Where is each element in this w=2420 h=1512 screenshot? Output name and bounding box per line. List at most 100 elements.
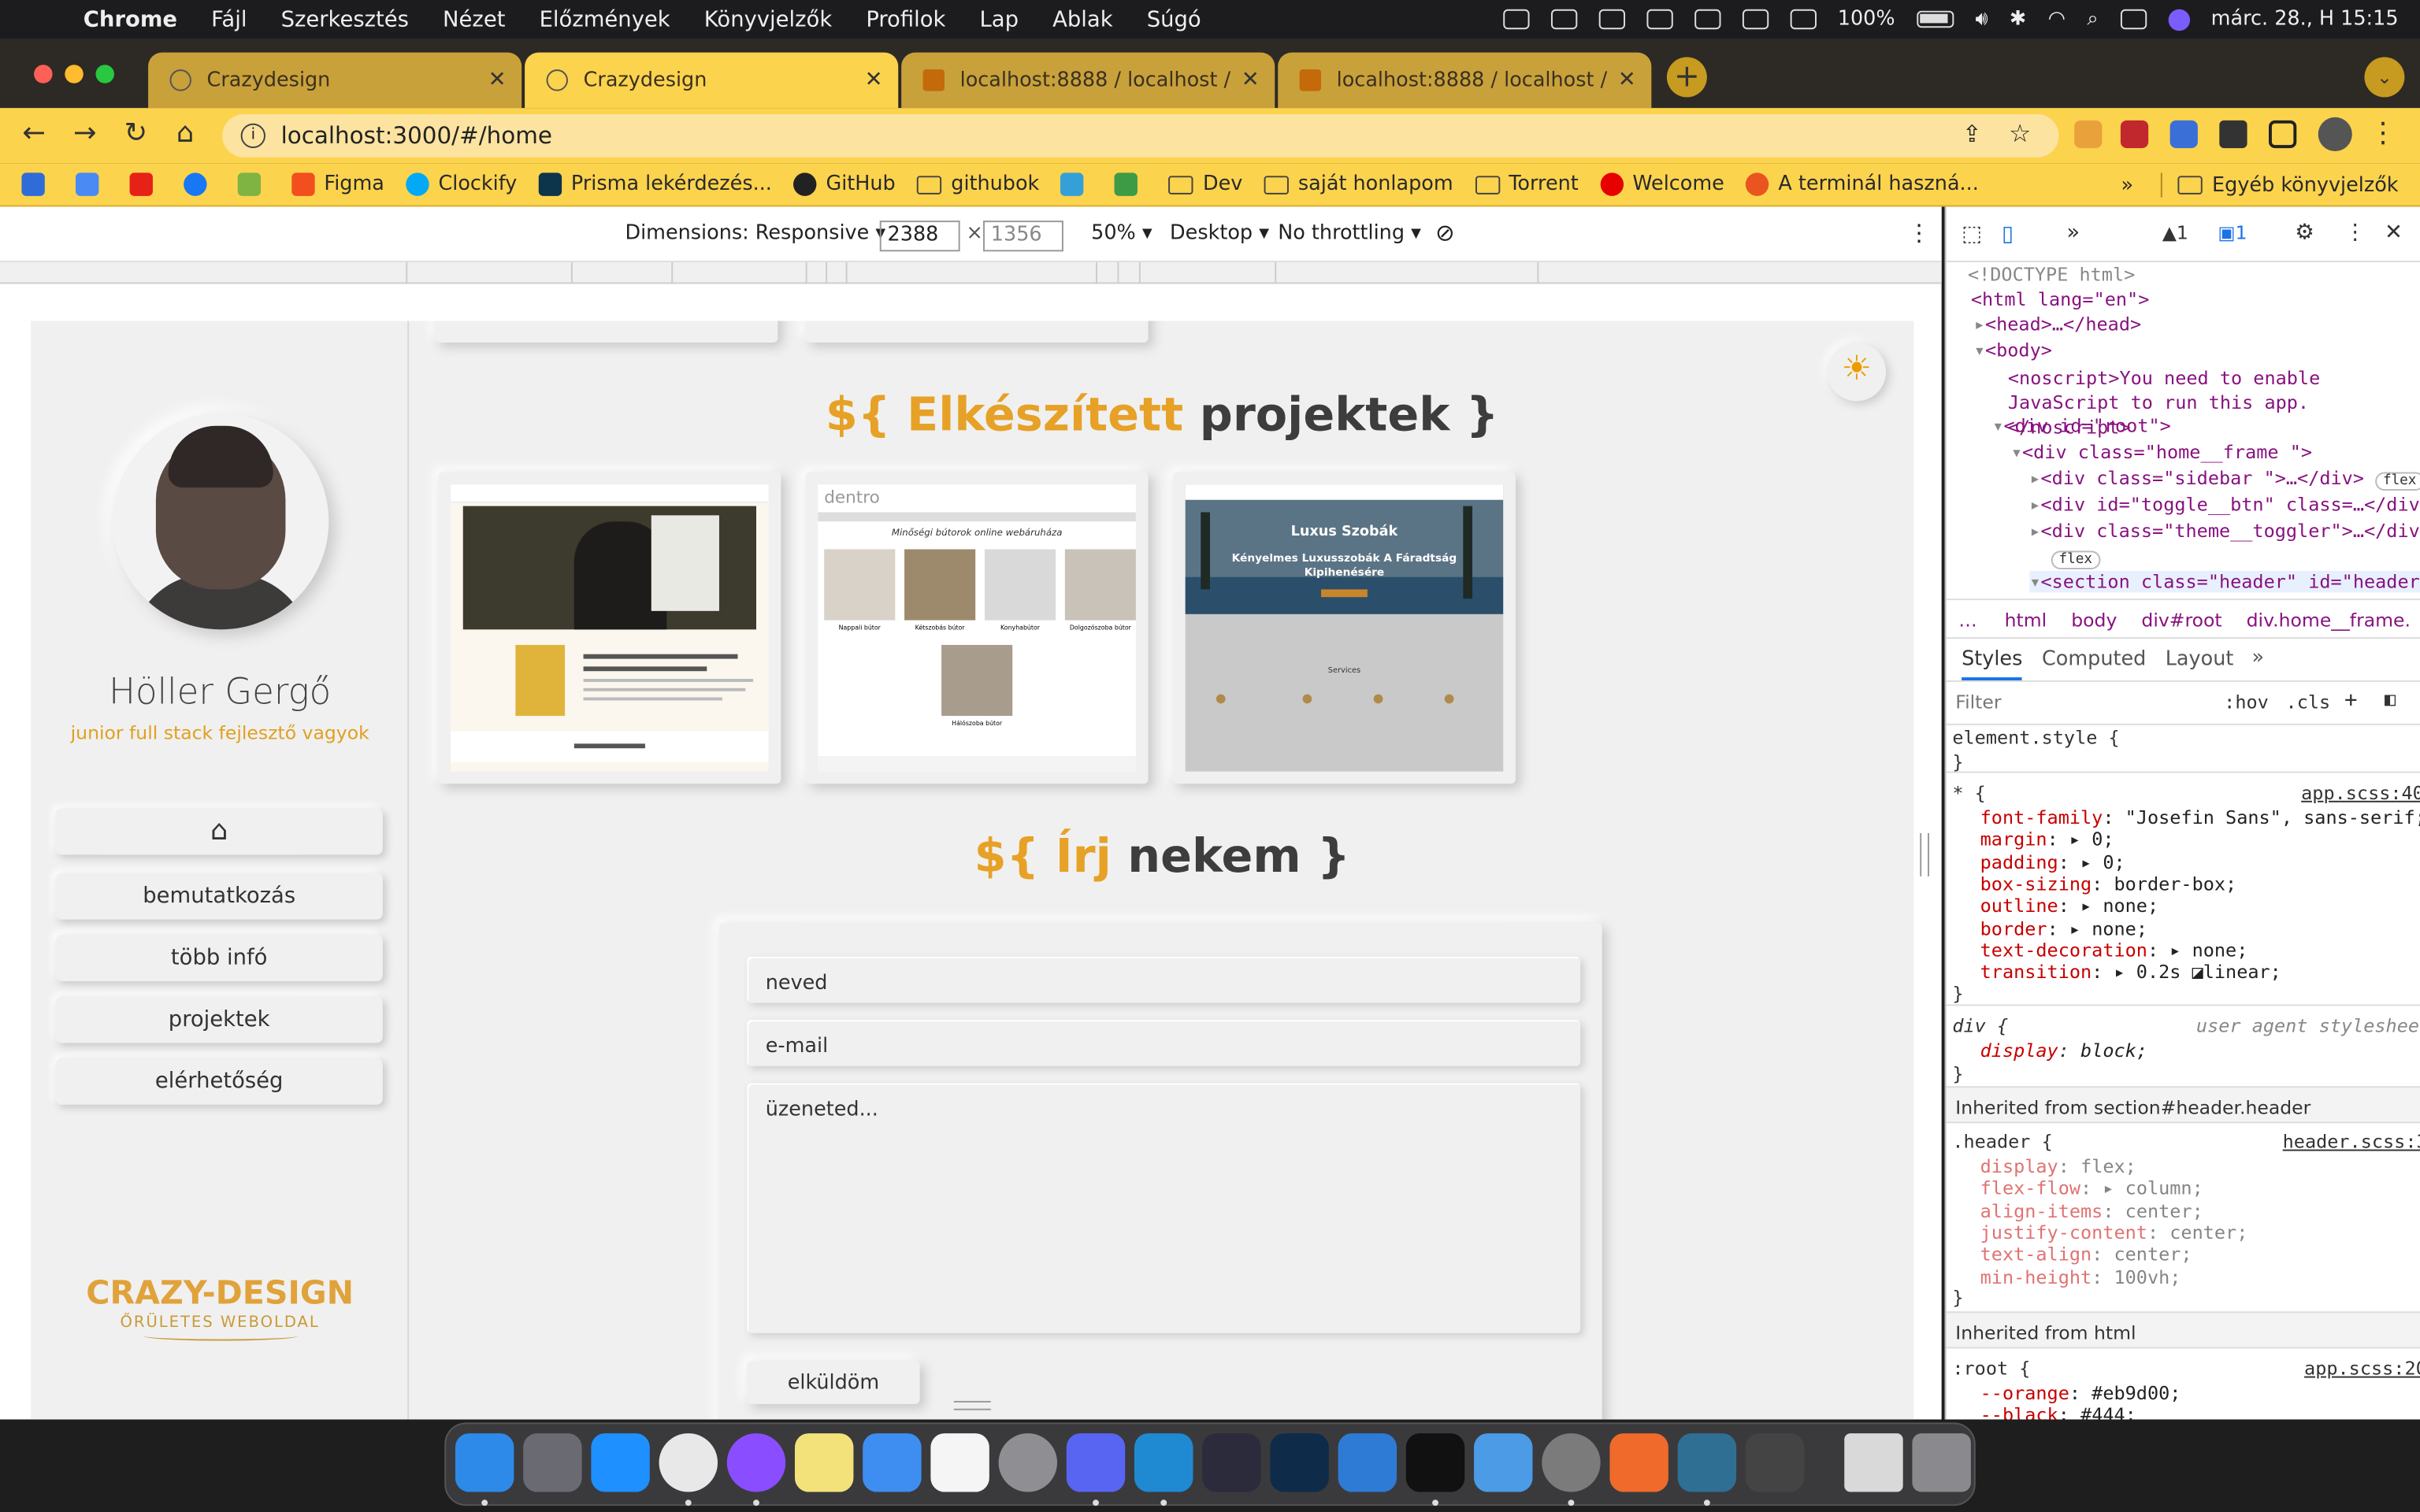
other-bookmarks[interactable]: Egyéb könyvjelzők bbox=[2212, 173, 2399, 196]
menu-item[interactable]: Nézet bbox=[443, 7, 505, 32]
menu-item[interactable]: Szerkesztés bbox=[281, 7, 409, 32]
discord-icon[interactable] bbox=[1066, 1433, 1126, 1506]
bookmark-item[interactable] bbox=[237, 172, 270, 196]
bookmark-item[interactable]: Welcome bbox=[1600, 172, 1724, 196]
document-icon[interactable] bbox=[1844, 1433, 1903, 1492]
css-property[interactable]: text-align: center; bbox=[1980, 1243, 2192, 1265]
menu-item[interactable]: Fájl bbox=[211, 7, 247, 32]
dom-node[interactable]: ▸<div class="theme__toggler">…</div> bbox=[2029, 520, 2420, 541]
mysql-workbench-icon[interactable] bbox=[1677, 1433, 1737, 1506]
add-rule-icon[interactable]: + bbox=[2344, 688, 2358, 713]
nav-more-info-button[interactable]: több infó bbox=[55, 935, 383, 982]
home-icon[interactable]: ⌂ bbox=[167, 117, 204, 150]
sidepanel-icon[interactable] bbox=[2269, 120, 2297, 149]
wifi-icon[interactable]: ◠ bbox=[2048, 8, 2066, 31]
css-property[interactable]: flex-flow: ▸ column; bbox=[1980, 1177, 2203, 1199]
mail-icon[interactable] bbox=[863, 1433, 922, 1492]
menu-item[interactable]: Könyvjelzők bbox=[704, 7, 832, 32]
close-tab-icon[interactable]: ✕ bbox=[488, 68, 507, 92]
height-input[interactable]: 1356 bbox=[983, 220, 1063, 252]
nav-about-button[interactable]: bemutatkozás bbox=[55, 873, 383, 920]
launchpad-icon[interactable] bbox=[523, 1433, 582, 1492]
dom-node[interactable]: ▾<body> bbox=[1974, 339, 2052, 361]
status-icon[interactable] bbox=[1742, 9, 1769, 30]
css-property[interactable]: display: flex; bbox=[1980, 1155, 2136, 1177]
messages-badge[interactable]: ▣1 bbox=[2218, 222, 2247, 243]
profile-avatar[interactable] bbox=[2318, 117, 2352, 152]
clock[interactable]: márc. 28., H 15:15 bbox=[2211, 8, 2399, 31]
resize-handle[interactable] bbox=[953, 1400, 991, 1410]
source-link[interactable]: app.scss:40 bbox=[2301, 782, 2420, 803]
bookmark-item[interactable] bbox=[129, 172, 162, 196]
css-property[interactable]: justify-content: center; bbox=[1980, 1221, 2248, 1243]
menu-app[interactable]: Chrome bbox=[84, 7, 177, 32]
forward-icon[interactable]: → bbox=[66, 117, 103, 150]
extension-icon[interactable] bbox=[2074, 120, 2103, 149]
reload-icon[interactable]: ↻ bbox=[117, 117, 154, 150]
inspect-icon[interactable]: ⬚ bbox=[1962, 222, 1982, 246]
tab-search-button[interactable]: ⌄ bbox=[2364, 57, 2405, 98]
menu-item[interactable]: Ablak bbox=[1052, 7, 1113, 32]
dom-node[interactable]: ▾<div id="root"> bbox=[1992, 415, 2171, 436]
minimize-window-icon[interactable] bbox=[65, 65, 84, 83]
css-property[interactable]: --black: #444; bbox=[1980, 1404, 2136, 1420]
vscode-icon[interactable] bbox=[1134, 1433, 1193, 1506]
tab[interactable]: localhost:8888 / localhost / he ✕ bbox=[901, 52, 1275, 109]
bookmark-folder[interactable]: saját honlapom bbox=[1264, 172, 1453, 196]
bookmark-item[interactable]: Clockify bbox=[406, 172, 517, 196]
search-icon[interactable]: ⌕ bbox=[2087, 8, 2098, 31]
more-bookmarks-icon[interactable]: » bbox=[2121, 173, 2134, 196]
tab-active[interactable]: Crazydesign ✕ bbox=[525, 52, 899, 109]
crazy-design-logo[interactable]: CRAZY-DESIGN ŐRÜLETES WEBOLDAL bbox=[31, 1274, 409, 1341]
dom-node[interactable]: <!DOCTYPE html> bbox=[1968, 264, 2135, 285]
dom-node[interactable]: ▸<head>…</head> bbox=[1974, 313, 2141, 335]
dom-node-selected[interactable]: ▾<section class="header" id="header"> bbox=[2029, 570, 2420, 593]
submit-button[interactable]: elküldöm bbox=[747, 1361, 920, 1404]
status-icon[interactable] bbox=[1646, 9, 1673, 30]
sketch-icon[interactable] bbox=[1609, 1433, 1668, 1492]
tab[interactable]: localhost:8888 / localhost / he ✕ bbox=[1278, 52, 1652, 109]
battery-icon[interactable] bbox=[1917, 10, 1954, 28]
tab-styles[interactable]: Styles bbox=[1962, 648, 2023, 681]
css-property[interactable]: outline: ▸ none; bbox=[1980, 895, 2159, 917]
extension-icon[interactable] bbox=[2169, 120, 2198, 149]
bookmark-folder[interactable]: githubok bbox=[917, 172, 1039, 196]
warnings-badge[interactable]: ▲1 bbox=[2162, 222, 2188, 243]
control-center-icon[interactable] bbox=[2120, 9, 2147, 30]
share-icon[interactable]: ⇪ bbox=[1962, 120, 1982, 148]
css-property[interactable]: font-family: "Josefin Sans", sans-serif; bbox=[1980, 807, 2420, 828]
close-tab-icon[interactable]: ✕ bbox=[1242, 68, 1260, 92]
maximize-window-icon[interactable] bbox=[95, 65, 114, 83]
close-tab-icon[interactable]: ✕ bbox=[1618, 68, 1636, 92]
dom-node[interactable]: <html lang="en"> bbox=[1971, 288, 2149, 309]
finder-icon[interactable] bbox=[455, 1433, 514, 1506]
more-tabs-icon[interactable]: » bbox=[2251, 647, 2264, 669]
bookmark-item[interactable]: A terminál haszná... bbox=[1746, 172, 1979, 196]
bookmark-item[interactable] bbox=[1115, 172, 1147, 196]
zoom-select[interactable]: 50% ▾ bbox=[1091, 222, 1152, 245]
system-preferences-icon[interactable] bbox=[998, 1433, 1058, 1492]
menu-item[interactable]: Előzmények bbox=[540, 7, 670, 32]
nav-projects-button[interactable]: projektek bbox=[55, 996, 383, 1043]
css-property[interactable]: border: ▸ none; bbox=[1980, 917, 2147, 939]
tab-layout[interactable]: Layout bbox=[2166, 648, 2234, 671]
source-link[interactable]: app.scss:20 bbox=[2304, 1358, 2420, 1379]
nav-home-button[interactable]: ⌂ bbox=[55, 808, 383, 855]
device-toolbar-menu-icon[interactable]: ⋮ bbox=[1908, 219, 1931, 246]
trash-icon[interactable] bbox=[1912, 1433, 1971, 1492]
bookmark-item[interactable]: Figma bbox=[291, 172, 384, 196]
menu-item[interactable]: Súgó bbox=[1147, 7, 1201, 32]
css-property[interactable]: margin: ▸ 0; bbox=[1980, 829, 2114, 850]
element-style-rule[interactable]: element.style { bbox=[1952, 727, 2119, 748]
bookmark-item[interactable] bbox=[1060, 172, 1093, 196]
css-property[interactable]: box-sizing: border-box; bbox=[1980, 873, 2237, 895]
bluetooth-icon[interactable]: ✱ bbox=[2010, 8, 2026, 31]
dom-node[interactable]: ▸<div id="toggle__btn" class=…</div> bbox=[2029, 494, 2420, 515]
width-input[interactable]: 2388 bbox=[879, 220, 960, 252]
source-link[interactable]: header.scss:3 bbox=[2283, 1131, 2420, 1152]
maps-icon[interactable] bbox=[1474, 1433, 1533, 1492]
url-text[interactable]: localhost:3000/#/home bbox=[281, 122, 552, 150]
bookmark-item[interactable] bbox=[184, 172, 216, 196]
bookmark-folder[interactable]: Torrent bbox=[1475, 172, 1579, 196]
throttle-select[interactable]: No throttling ▾ bbox=[1278, 222, 1421, 245]
